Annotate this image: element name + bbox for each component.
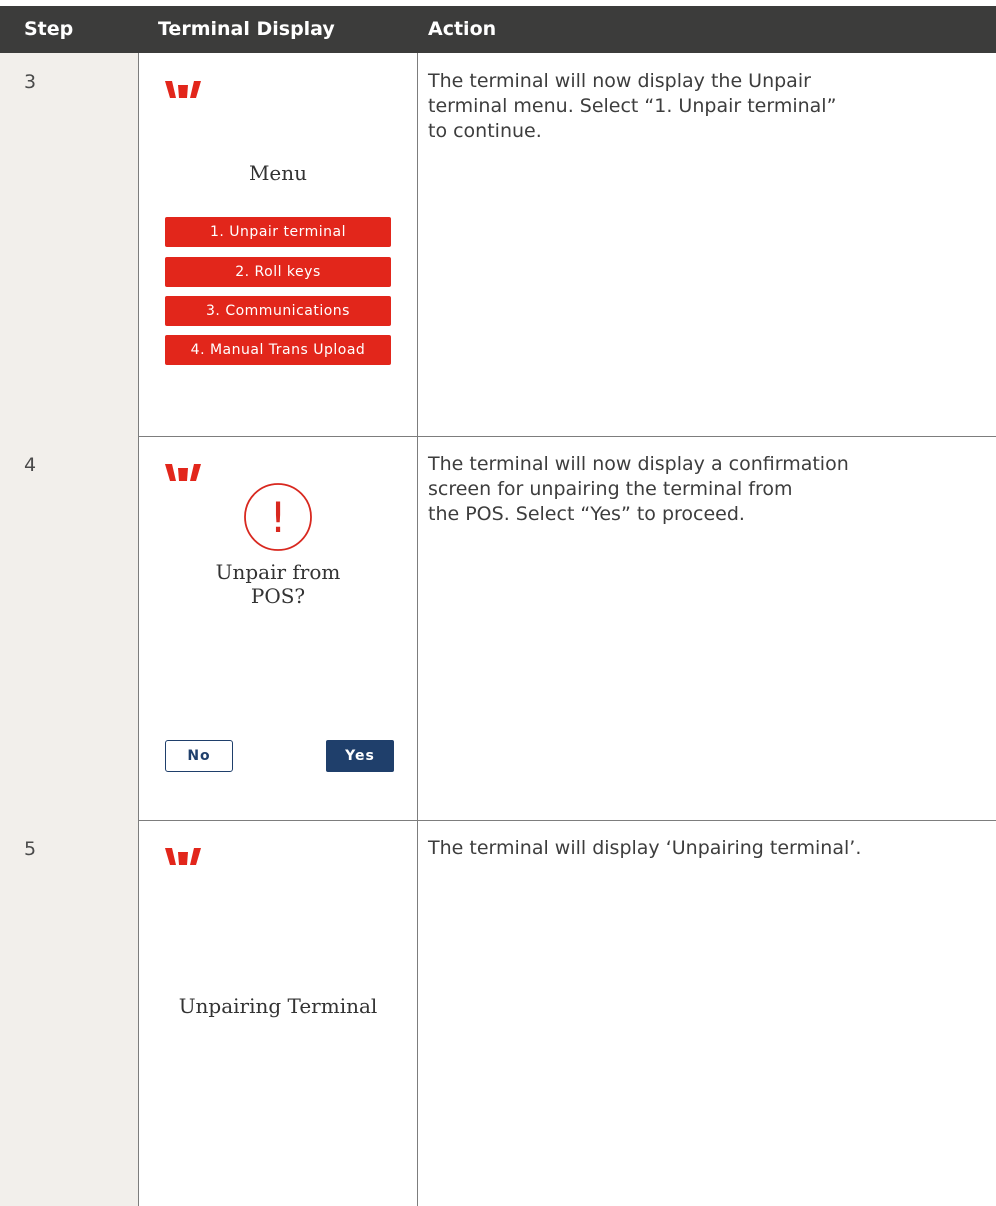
step-number: 3 <box>24 71 37 93</box>
alert-symbol: ! <box>270 493 287 542</box>
table-row: 3 Menu 1. Unpair terminal 2. Roll keys 3… <box>0 53 996 437</box>
step-cell: 4 <box>0 436 139 820</box>
westpac-logo-icon <box>165 464 201 481</box>
westpac-logo-icon <box>165 848 201 865</box>
menu-item-manual-trans-upload[interactable]: 4. Manual Trans Upload <box>165 335 391 365</box>
action-cell: The terminal will now display a confirma… <box>418 436 996 820</box>
action-text: The terminal will now display a confirma… <box>428 453 849 525</box>
screen-message: Unpairing Terminal <box>178 994 378 1018</box>
action-text: The terminal will now display the Unpair… <box>428 70 837 142</box>
header-step: Step <box>24 18 74 40</box>
action-cell: The terminal will display ‘Unpairing ter… <box>418 820 996 1206</box>
screen-title: Menu <box>248 161 308 185</box>
table-row: 5 Unpairing Terminal The terminal will d… <box>0 820 996 1206</box>
table-row: 4 ! Unpair from POS? No Yes The terminal… <box>0 436 996 821</box>
screen-message: Unpair from POS? <box>215 560 341 608</box>
menu-item-unpair-terminal[interactable]: 1. Unpair terminal <box>165 217 391 247</box>
table-header: Step Terminal Display Action <box>0 6 996 53</box>
step-number: 5 <box>24 838 37 860</box>
terminal-screen-confirm: ! Unpair from POS? No Yes <box>139 436 418 820</box>
yes-button[interactable]: Yes <box>326 740 394 772</box>
terminal-screen-menu: Menu 1. Unpair terminal 2. Roll keys 3. … <box>139 53 418 436</box>
header-action: Action <box>428 18 497 40</box>
step-cell: 5 <box>0 820 139 1206</box>
menu-item-communications[interactable]: 3. Communications <box>165 296 391 326</box>
action-text: The terminal will display ‘Unpairing ter… <box>428 837 862 859</box>
westpac-logo-icon <box>165 81 201 98</box>
terminal-screen-unpairing: Unpairing Terminal <box>139 820 418 1206</box>
header-terminal-display: Terminal Display <box>158 18 335 40</box>
menu-item-roll-keys[interactable]: 2. Roll keys <box>165 257 391 287</box>
step-cell: 3 <box>0 53 139 436</box>
action-cell: The terminal will now display the Unpair… <box>418 53 996 436</box>
no-button[interactable]: No <box>165 740 233 772</box>
step-number: 4 <box>24 454 37 476</box>
alert-circle-icon: ! <box>244 483 312 551</box>
